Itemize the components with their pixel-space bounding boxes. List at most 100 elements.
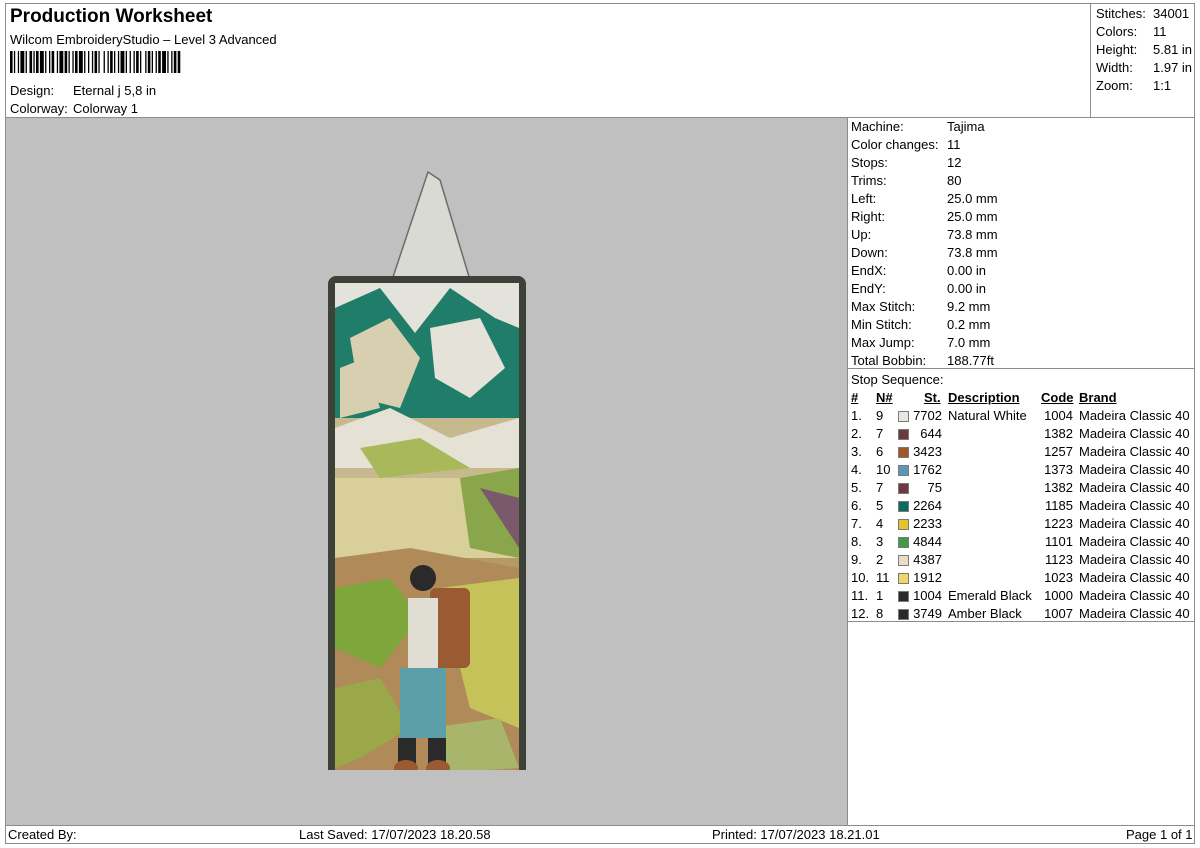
- row-needle: 11: [876, 570, 890, 585]
- row-brand: Madeira Classic 40: [1079, 516, 1190, 531]
- row-needle: 8: [876, 606, 884, 621]
- info-label: Stops:: [851, 155, 888, 170]
- row-stitches: 2233: [913, 516, 942, 531]
- row-index: 12.: [851, 606, 870, 621]
- row-needle: 9: [876, 408, 884, 423]
- col-header-description: Description: [948, 390, 1020, 405]
- info-label: Left:: [851, 191, 877, 206]
- row-needle: 10: [876, 462, 891, 477]
- row-index: 8.: [851, 534, 862, 549]
- col-header-stitches: St.: [924, 390, 941, 405]
- row-brand: Madeira Classic 40: [1079, 462, 1190, 477]
- col-header-num: #: [851, 390, 859, 405]
- row-brand: Madeira Classic 40: [1079, 606, 1190, 621]
- stop-sequence-divider: [848, 621, 1195, 622]
- info-value: 12: [947, 155, 962, 170]
- row-code: 1101: [1045, 534, 1073, 549]
- col-header-brand: Brand: [1079, 390, 1117, 405]
- row-brand: Madeira Classic 40: [1079, 552, 1190, 567]
- stat-label: Width:: [1096, 60, 1133, 75]
- info-value: 0.2 mm: [947, 317, 991, 332]
- row-index: 10.: [851, 570, 870, 585]
- color-swatch: [898, 501, 909, 512]
- color-swatch: [898, 573, 909, 584]
- printed-date: Printed: 17/07/2023 18.21.01: [712, 827, 880, 842]
- stat-value: 1.97 in: [1153, 60, 1193, 75]
- page-number: Page 1 of 1: [1126, 827, 1193, 842]
- color-swatch: [898, 591, 909, 602]
- stat-label: Height:: [1096, 42, 1138, 57]
- color-swatch: [898, 519, 909, 530]
- stat-value: 1:1: [1153, 78, 1172, 93]
- embroidery-design-image: [328, 170, 526, 770]
- row-needle: 3: [876, 534, 884, 549]
- info-label: Right:: [851, 209, 885, 224]
- info-label: EndX:: [851, 263, 887, 278]
- color-swatch: [898, 411, 909, 422]
- col-header-code: Code: [1041, 390, 1074, 405]
- footer-divider: [5, 825, 1195, 826]
- row-stitches: 3749: [913, 606, 942, 621]
- info-divider: [848, 368, 1195, 369]
- row-code: 1000: [1044, 588, 1073, 603]
- row-code: 1257: [1044, 444, 1073, 459]
- info-value: 25.0 mm: [947, 191, 998, 206]
- stats-divider: [1090, 3, 1091, 118]
- row-description: Natural White: [948, 408, 1027, 423]
- row-code: 1373: [1044, 462, 1073, 477]
- barcode-image: [10, 51, 181, 73]
- row-code: 1004: [1044, 408, 1073, 423]
- stat-label: Colors:: [1096, 24, 1138, 39]
- row-stitches: 1004: [913, 588, 942, 603]
- info-value: Tajima: [947, 119, 985, 134]
- row-stitches: 644: [920, 426, 942, 441]
- design-label: Design:: [10, 83, 55, 98]
- row-brand: Madeira Classic 40: [1079, 480, 1190, 495]
- design-value: Eternal j 5,8 in: [73, 83, 157, 98]
- color-swatch: [898, 465, 909, 476]
- stat-label: Stitches:: [1096, 6, 1146, 21]
- row-stitches: 3423: [913, 444, 942, 459]
- row-brand: Madeira Classic 40: [1079, 408, 1190, 423]
- row-index: 11.: [851, 588, 869, 603]
- color-swatch: [898, 555, 909, 566]
- info-label: EndY:: [851, 281, 886, 296]
- row-code: 1185: [1045, 498, 1073, 513]
- col-header-needle: N#: [876, 390, 893, 405]
- info-value: 80: [947, 173, 962, 188]
- row-index: 3.: [851, 444, 862, 459]
- row-needle: 2: [876, 552, 884, 567]
- row-stitches: 4387: [913, 552, 942, 567]
- row-code: 1007: [1044, 606, 1073, 621]
- info-label: Max Stitch:: [851, 299, 916, 314]
- info-value: 73.8 mm: [947, 245, 998, 260]
- color-swatch: [898, 483, 909, 494]
- color-swatch: [898, 537, 909, 548]
- info-label: Color changes:: [851, 137, 939, 152]
- row-needle: 1: [876, 588, 884, 603]
- info-value: 73.8 mm: [947, 227, 998, 242]
- stop-sequence-title: Stop Sequence:: [851, 372, 944, 387]
- info-value: 0.00 in: [947, 281, 987, 296]
- row-brand: Madeira Classic 40: [1079, 426, 1190, 441]
- row-index: 2.: [851, 426, 862, 441]
- stat-value: 34001: [1153, 6, 1190, 21]
- stat-value: 5.81 in: [1153, 42, 1193, 57]
- row-code: 1382: [1044, 426, 1073, 441]
- row-code: 1023: [1044, 570, 1073, 585]
- row-code: 1123: [1045, 552, 1073, 567]
- software-name: Wilcom EmbroideryStudio – Level 3 Advanc…: [10, 32, 277, 47]
- info-label: Max Jump:: [851, 335, 915, 350]
- info-label: Min Stitch:: [851, 317, 912, 332]
- row-needle: 4: [876, 516, 884, 531]
- color-swatch: [898, 609, 909, 620]
- stat-label: Zoom:: [1096, 78, 1133, 93]
- page-title: Production Worksheet: [10, 6, 213, 27]
- row-needle: 7: [876, 480, 884, 495]
- design-preview: [6, 118, 848, 825]
- info-label: Machine:: [851, 119, 904, 134]
- info-value: 7.0 mm: [947, 335, 991, 350]
- colorway-label: Colorway:: [10, 101, 68, 116]
- color-swatch: [898, 429, 909, 440]
- row-description: Amber Black: [948, 606, 1022, 621]
